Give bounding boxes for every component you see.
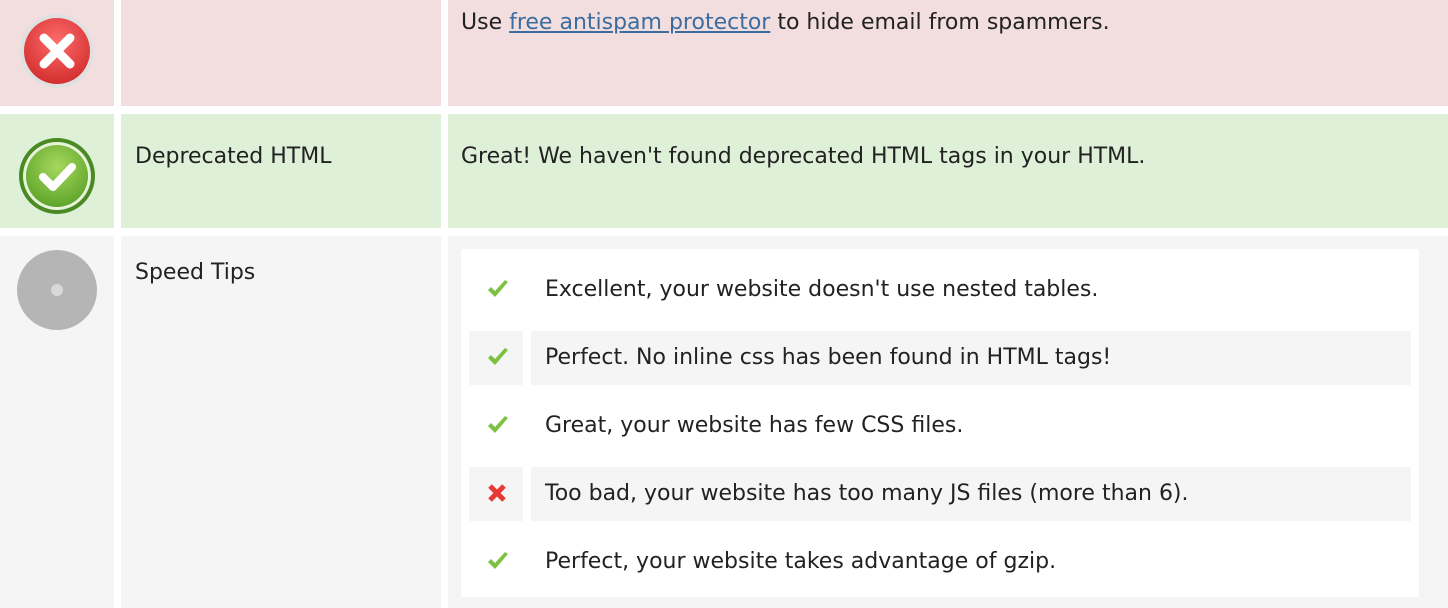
tip-icon-box [469,535,523,589]
tip-icon-box [469,467,523,521]
deprecated-html-row: Deprecated HTML Great! We haven't found … [0,114,1448,228]
tip-text-box: Great, your website has few CSS files. [531,399,1411,453]
check-message-cell: Excellent, your website doesn't use nest… [448,236,1448,608]
speed-tip-item: Great, your website has few CSS files. [469,399,1411,453]
tip-icon-box [469,331,523,385]
tip-text: Great, your website has few CSS files. [545,413,964,438]
cross-icon [488,484,506,502]
speed-tip-item: Too bad, your website has too many JS fi… [469,467,1411,521]
checkmark-icon [488,416,508,433]
check-label-cell: Deprecated HTML [121,114,441,228]
check-label: Speed Tips [135,260,256,285]
check-circle-icon [19,138,95,214]
speed-tip-item: Perfect. No inline css has been found in… [469,331,1411,385]
speed-tip-item: Excellent, your website doesn't use nest… [469,263,1411,317]
message-suffix: to hide email from spammers. [770,10,1110,35]
speed-tips-list: Excellent, your website doesn't use nest… [461,249,1419,597]
message-prefix: Use [461,10,510,35]
tip-text: Perfect, your website takes advantage of… [545,549,1057,574]
check-message: Use free antispam protector to hide emai… [461,12,1110,34]
tip-icon-box [469,263,523,317]
tip-text-box: Perfect, your website takes advantage of… [531,535,1411,589]
tip-text: Too bad, your website has too many JS fi… [545,481,1189,506]
check-message: Great! We haven't found deprecated HTML … [461,144,1146,169]
tip-text-box: Too bad, your website has too many JS fi… [531,467,1411,521]
check-label-cell: Speed Tips [121,236,441,608]
email-check-row: Use free antispam protector to hide emai… [0,0,1448,106]
antispam-protector-link[interactable]: free antispam protector [509,10,770,35]
checkmark-icon [488,348,508,365]
speed-tip-item: Perfect, your website takes advantage of… [469,535,1411,589]
tip-text-box: Perfect. No inline css has been found in… [531,331,1411,385]
tip-text: Excellent, your website doesn't use nest… [545,277,1099,302]
status-cell [0,0,114,106]
check-label-cell [121,0,441,106]
check-label: Deprecated HTML [135,144,332,169]
checkmark-icon [488,552,508,569]
check-message-cell: Great! We haven't found deprecated HTML … [448,114,1448,228]
status-cell [0,114,114,228]
grey-circle-icon [17,250,97,330]
status-cell [0,236,114,608]
tip-text: Perfect. No inline css has been found in… [545,345,1112,370]
x-circle-icon [20,14,94,88]
tip-icon-box [469,399,523,453]
tip-text-box: Excellent, your website doesn't use nest… [531,263,1411,317]
checkmark-icon [488,280,508,297]
speed-tips-row: Speed Tips Excellent, your website doesn… [0,236,1448,608]
check-message-cell: Use free antispam protector to hide emai… [448,0,1448,106]
